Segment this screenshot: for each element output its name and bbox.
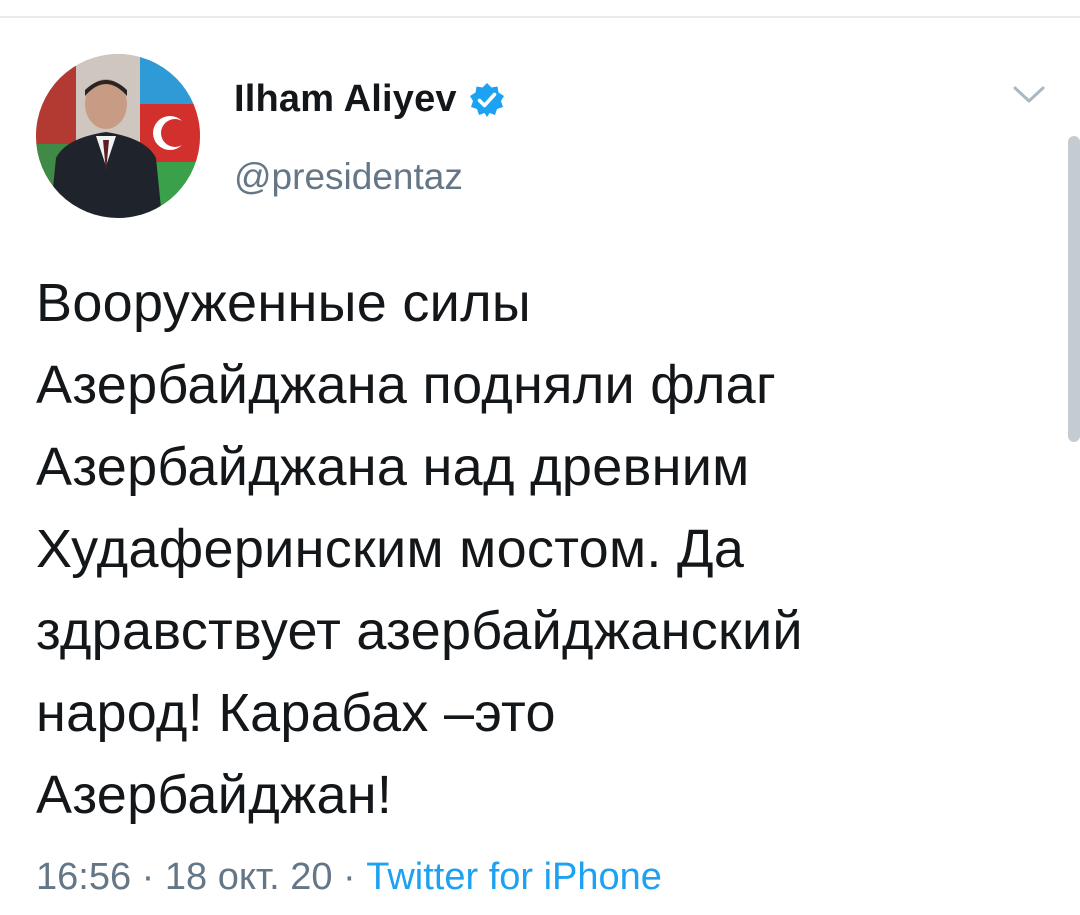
chevron-down-icon[interactable] [1012, 84, 1046, 106]
meta-separator: · [141, 856, 155, 898]
tweet-text: Вооруженные силы Азербайджана подняли фл… [36, 262, 1036, 836]
tweet-date: 18 окт. 20 [164, 856, 333, 898]
tweet-text-line: здравствует азербайджанский [36, 601, 803, 661]
tweet-text-line: Худаферинским мостом. Да [36, 519, 745, 579]
scrollbar[interactable] [1068, 136, 1080, 442]
tweet-text-line: Азербайджан! [36, 765, 393, 825]
tweet-text-line: народ! Карабах –это [36, 683, 556, 743]
verified-badge-icon [469, 82, 505, 118]
tweet-time: 16:56 [36, 856, 132, 898]
meta-separator: · [343, 856, 356, 898]
user-handle[interactable]: @presidentaz [234, 156, 463, 198]
tweet-text-line: Вооруженные силы [36, 273, 532, 333]
display-name[interactable]: Ilham Aliyev [234, 78, 505, 121]
avatar-photo [36, 54, 200, 218]
avatar[interactable] [36, 54, 200, 218]
tweet-text-line: Азербайджана подняли флаг [36, 355, 776, 415]
top-divider [0, 16, 1080, 18]
tweet-meta: 16:56 · 18 окт. 20 · Twitter for iPhone [36, 856, 662, 899]
tweet-source-link[interactable]: Twitter for iPhone [366, 856, 662, 898]
tweet-text-line: Азербайджана над древним [36, 437, 750, 497]
display-name-text[interactable]: Ilham Aliyev [234, 78, 457, 121]
